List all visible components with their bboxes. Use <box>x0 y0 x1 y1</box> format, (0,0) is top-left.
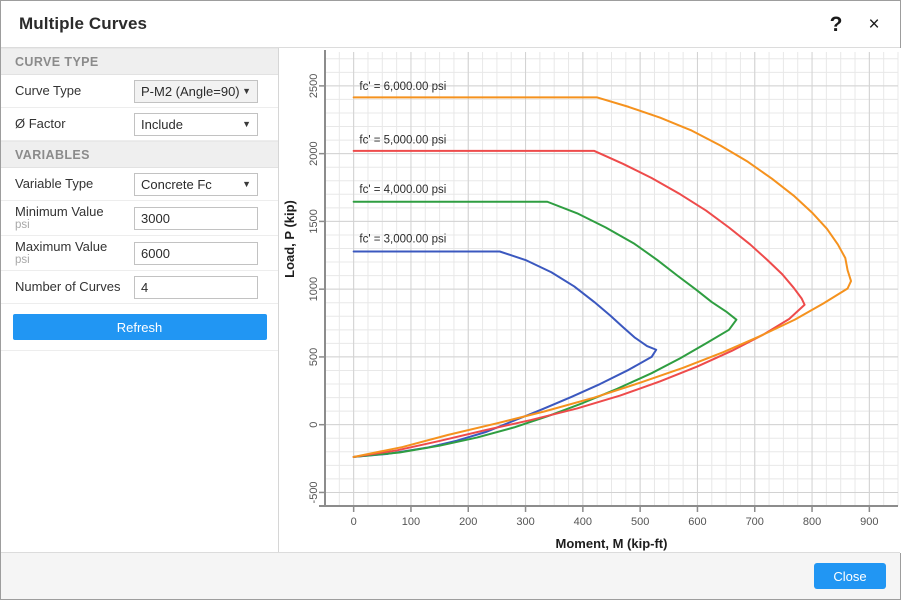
number-of-curves-input[interactable]: 4 <box>134 276 258 299</box>
maximum-value-label-text: Maximum Value <box>15 239 107 254</box>
section-header-variables: VARIABLES <box>1 141 278 168</box>
y-tick-label: 2500 <box>308 74 320 98</box>
settings-sidebar: CURVE TYPE Curve Type P-M2 (Angle=90) ▼ … <box>1 48 279 553</box>
curve-type-value: P-M2 (Angle=90) <box>141 84 240 99</box>
curve-type-label: Curve Type <box>15 84 81 98</box>
curve-annotation-1: fc' = 5,000.00 psi <box>359 134 446 146</box>
phi-factor-select[interactable]: Include ▼ <box>134 113 258 136</box>
x-tick-label: 500 <box>631 516 649 528</box>
maximum-value-label: Maximum Value psi <box>15 240 107 267</box>
x-tick-label: 800 <box>803 516 821 528</box>
field-row-variable-type: Variable Type Concrete Fc ▼ <box>1 168 278 201</box>
minimum-value-label-text: Minimum Value <box>15 204 104 219</box>
minimum-value-unit: psi <box>15 219 104 231</box>
x-tick-label: 700 <box>746 516 764 528</box>
y-tick-label: 1000 <box>308 277 320 301</box>
y-axis-title: Load, P (kip) <box>282 200 297 278</box>
x-tick-label: 0 <box>351 516 357 528</box>
minimum-value-input[interactable]: 3000 <box>134 207 258 230</box>
variable-type-value: Concrete Fc <box>141 177 212 192</box>
phi-factor-value: Include <box>141 117 183 132</box>
minimum-value-text: 3000 <box>141 211 170 226</box>
field-row-maximum-value: Maximum Value psi 6000 <box>1 236 278 271</box>
y-tick-label: 2000 <box>308 141 320 165</box>
x-tick-label: 200 <box>459 516 477 528</box>
curve-annotation-2: fc' = 4,000.00 psi <box>359 184 446 196</box>
field-row-minimum-value: Minimum Value psi 3000 <box>1 201 278 236</box>
title-bar: Multiple Curves ? × <box>1 1 900 48</box>
x-tick-label: 600 <box>688 516 706 528</box>
close-icon[interactable]: × <box>858 9 890 41</box>
x-tick-label: 400 <box>574 516 592 528</box>
curve-type-select[interactable]: P-M2 (Angle=90) ▼ <box>134 80 258 103</box>
dialog-footer: Close <box>1 552 900 599</box>
refresh-button[interactable]: Refresh <box>13 314 267 340</box>
number-of-curves-text: 4 <box>141 280 148 295</box>
y-tick-label: 1500 <box>308 209 320 233</box>
close-button[interactable]: Close <box>814 563 886 589</box>
maximum-value-unit: psi <box>15 254 107 266</box>
maximum-value-text: 6000 <box>141 246 170 261</box>
x-tick-label: 100 <box>402 516 420 528</box>
pm-interaction-chart[interactable]: -500 0 500 1000 1500 2000 2500 0 100 200 300 400 500… <box>280 48 901 553</box>
minimum-value-label: Minimum Value psi <box>15 205 104 232</box>
field-row-number-of-curves: Number of Curves 4 <box>1 271 278 304</box>
y-tick-label: -500 <box>308 481 320 503</box>
variable-type-select[interactable]: Concrete Fc ▼ <box>134 173 258 196</box>
chevron-down-icon: ▼ <box>242 119 251 129</box>
help-icon[interactable]: ? <box>820 9 852 41</box>
variable-type-label: Variable Type <box>15 177 93 191</box>
x-axis-title: Moment, M (kip-ft) <box>556 536 668 551</box>
chevron-down-icon: ▼ <box>242 86 251 96</box>
y-tick-label: 0 <box>308 422 320 428</box>
x-tick-label: 300 <box>516 516 534 528</box>
curve-annotation-0: fc' = 6,000.00 psi <box>359 81 446 93</box>
number-of-curves-label: Number of Curves <box>15 280 120 294</box>
phi-factor-label: Ø Factor <box>15 117 66 131</box>
field-row-phi-factor: Ø Factor Include ▼ <box>1 108 278 141</box>
multiple-curves-dialog: Multiple Curves ? × CURVE TYPE Curve Typ… <box>0 0 901 600</box>
section-header-curve-type: CURVE TYPE <box>1 48 278 75</box>
refresh-row: Refresh <box>1 304 278 351</box>
curve-annotation-3: fc' = 3,000.00 psi <box>359 233 446 245</box>
field-row-curve-type: Curve Type P-M2 (Angle=90) ▼ <box>1 75 278 108</box>
y-tick-label: 500 <box>308 348 320 366</box>
x-tick-label: 900 <box>860 516 878 528</box>
maximum-value-input[interactable]: 6000 <box>134 242 258 265</box>
curve-chart-panel: -500 0 500 1000 1500 2000 2500 0 100 200 300 400 500… <box>280 48 901 553</box>
page-title: Multiple Curves <box>19 14 147 34</box>
chevron-down-icon: ▼ <box>242 179 251 189</box>
